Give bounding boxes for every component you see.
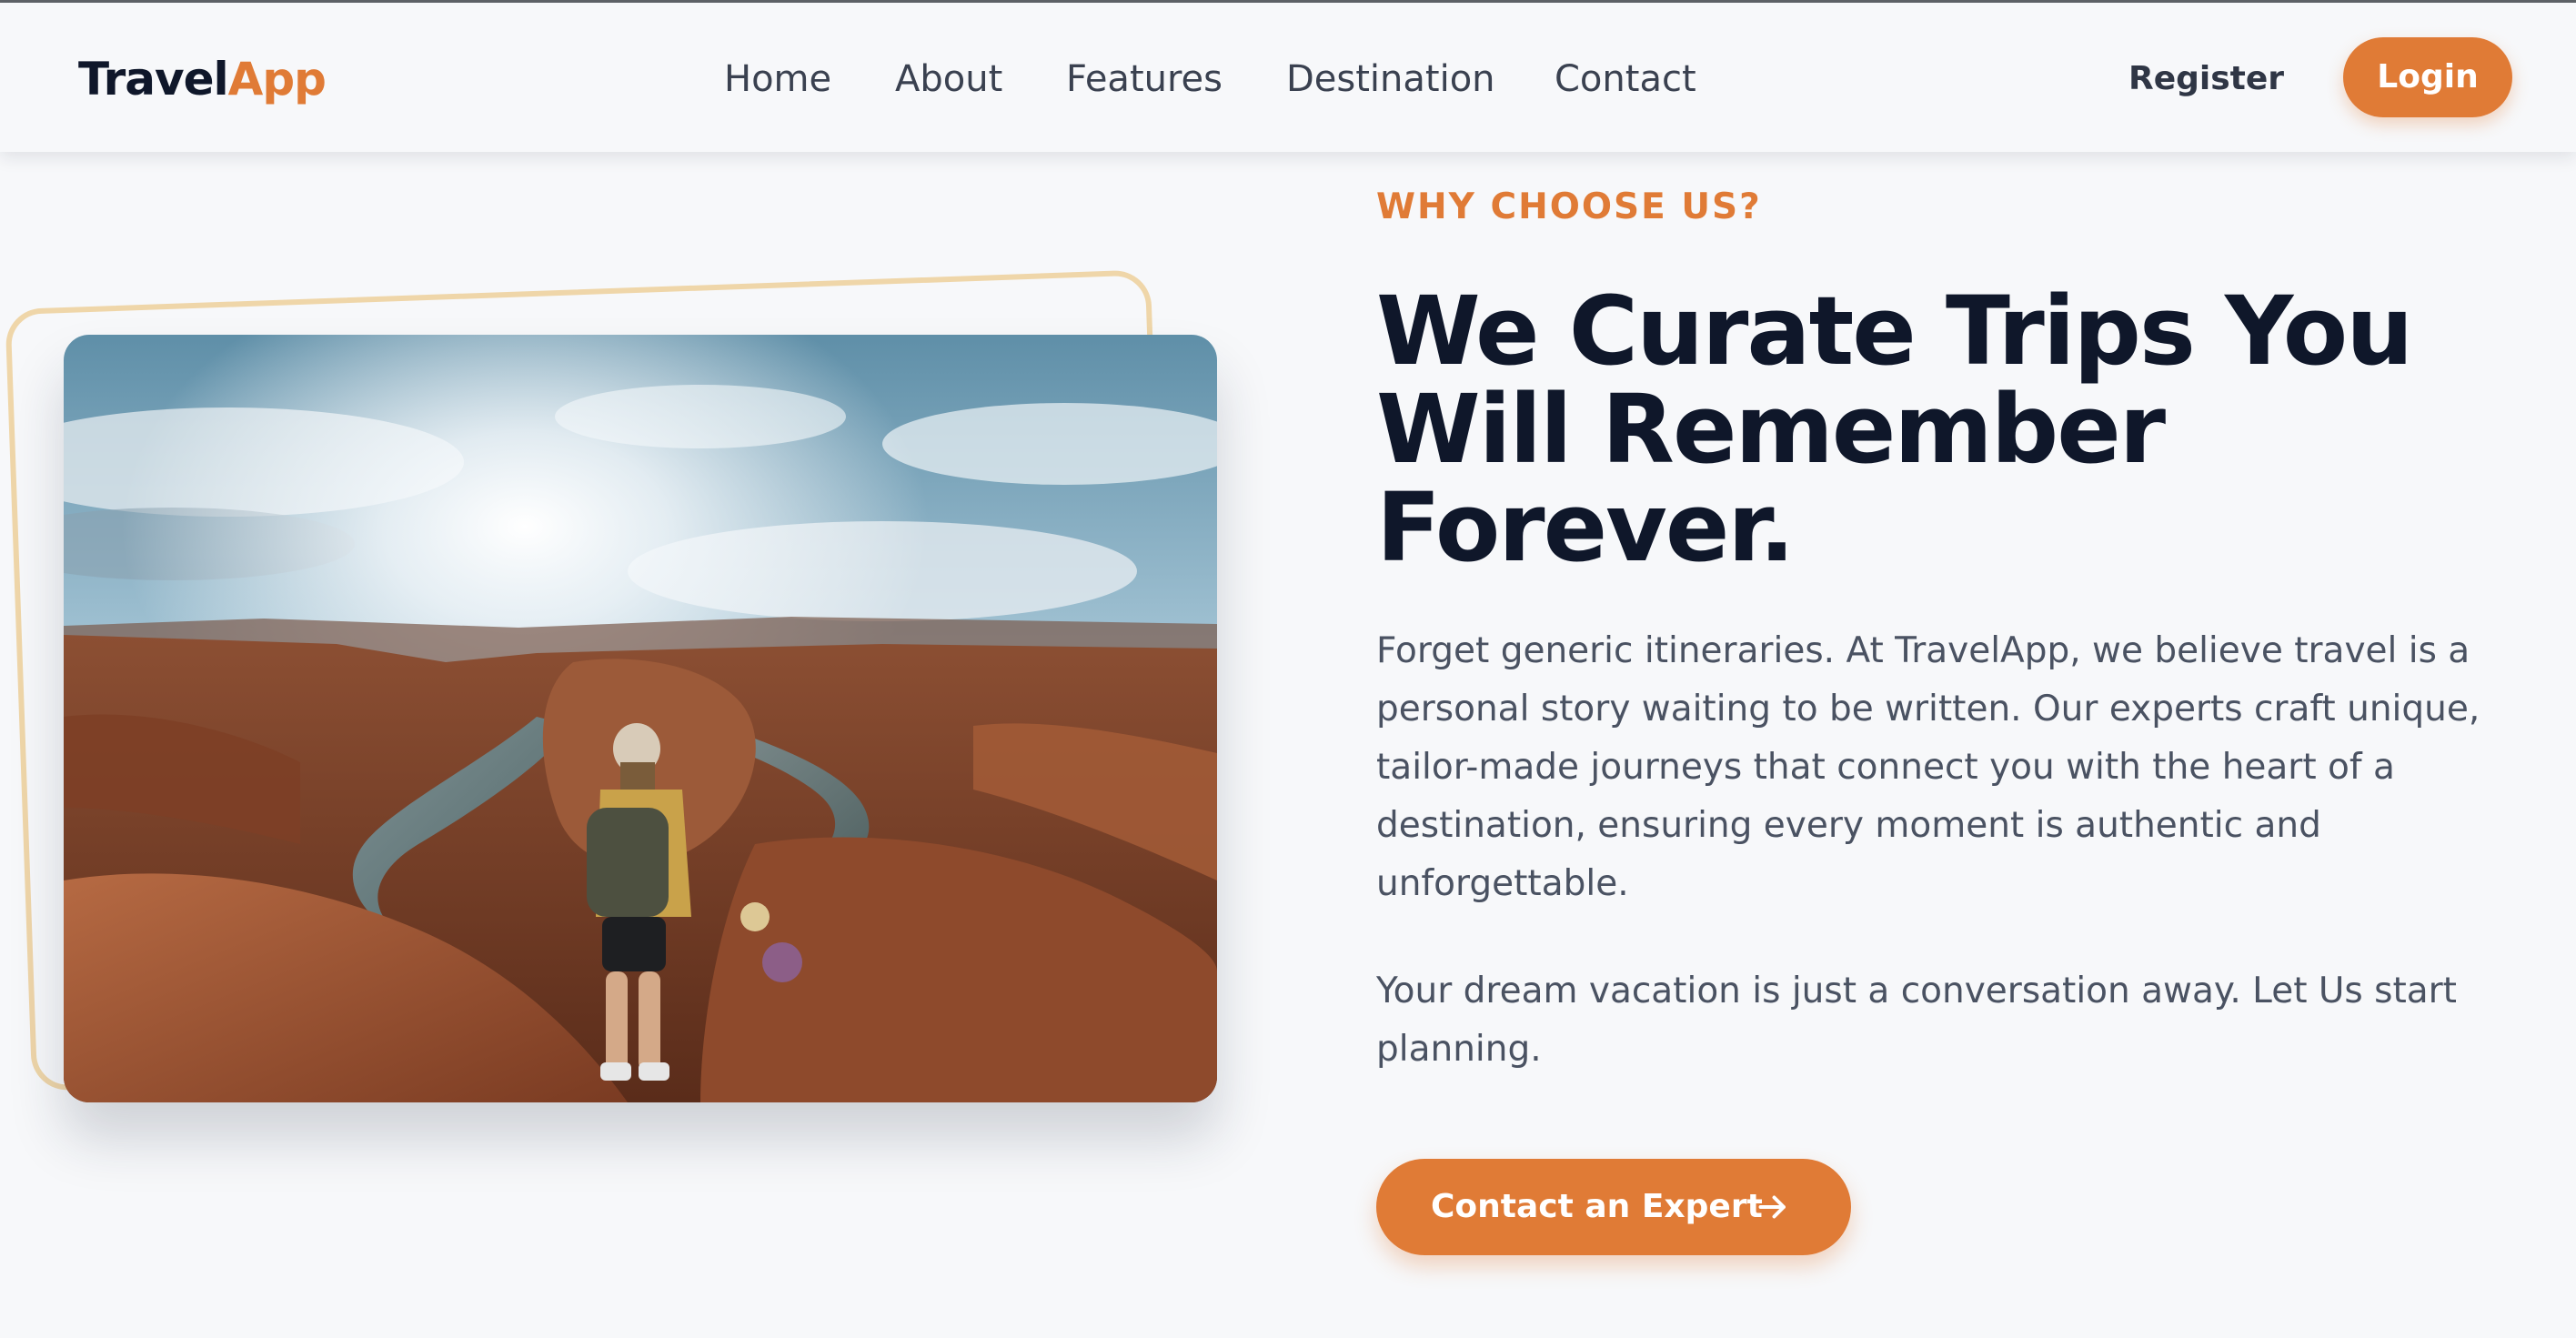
hero-paragraph-2: Your dream vacation is just a conversati… xyxy=(1376,971,2457,1070)
register-link[interactable]: Register xyxy=(2128,46,2284,112)
nav-link-about[interactable]: About xyxy=(895,46,1002,112)
nav-link-features[interactable]: Features xyxy=(1066,46,1223,112)
contact-expert-label: Contact an Expert xyxy=(1431,1188,1763,1225)
hero-image-canyon-hiker xyxy=(64,335,1217,1102)
hero-paragraph-1: Forget generic itineraries. At TravelApp… xyxy=(1376,630,2480,904)
nav-link-home[interactable]: Home xyxy=(724,46,831,112)
contact-expert-button[interactable]: Contact an Expert xyxy=(1376,1159,1851,1255)
login-button[interactable]: Login xyxy=(2343,37,2512,117)
arrow-right-icon xyxy=(1758,1195,1786,1219)
hero-headline: We Curate Trips You Will Remember Foreve… xyxy=(1376,276,2413,583)
section-eyebrow: WHY CHOOSE US? xyxy=(1376,186,1762,227)
nav-link-contact[interactable]: Contact xyxy=(1555,46,1696,112)
nav-link-destination[interactable]: Destination xyxy=(1286,46,1495,112)
site-header: TravelApp Home About Features Destinatio… xyxy=(0,3,2576,152)
canyon-illustration xyxy=(64,335,1217,1102)
